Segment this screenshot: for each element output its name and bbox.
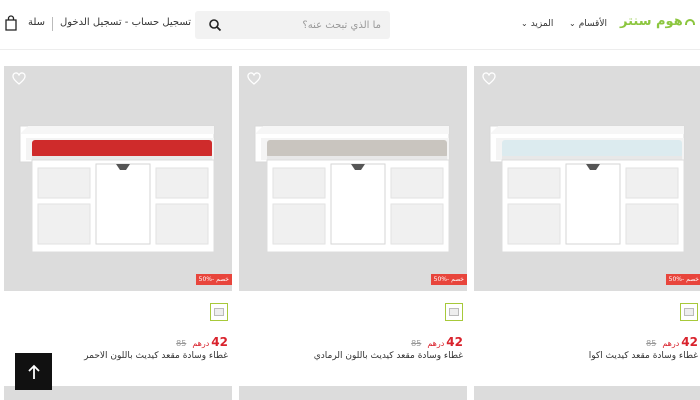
product-image[interactable]: 50%- خصم xyxy=(474,66,700,291)
search-input[interactable] xyxy=(229,15,381,35)
search-icon[interactable] xyxy=(208,18,222,32)
arrow-up-icon xyxy=(27,364,40,379)
product-card[interactable]: 50%- خصم 42درهم85 غطاء وسادة مقعد كيديث … xyxy=(4,66,232,376)
nav-more[interactable]: ⌄ المزيد xyxy=(521,19,553,29)
chevron-down-icon: ⌄ xyxy=(569,19,576,28)
swatch-image xyxy=(449,308,459,316)
heart-icon[interactable] xyxy=(247,72,261,86)
search-bar xyxy=(195,11,390,39)
logo[interactable]: هوم سنتر xyxy=(620,14,695,29)
bench-illustration xyxy=(489,125,685,252)
divider xyxy=(52,17,53,31)
cushion xyxy=(32,140,212,158)
site-header: سلة تسجيل حساب - تسجيل الدخول ⌄المزيد ⌄ا… xyxy=(0,0,700,50)
currency: درهم xyxy=(192,339,210,348)
discount-badge: 50%- خصم xyxy=(665,274,700,285)
price: 42 xyxy=(446,335,463,349)
product-image[interactable]: 50%- خصم xyxy=(239,66,467,291)
old-price: 85 xyxy=(646,339,657,348)
price-row: 42درهم 85 xyxy=(646,331,698,350)
bench-illustration xyxy=(254,125,450,252)
discount-badge: 50%- خصم xyxy=(195,274,232,285)
product-image[interactable]: 50%- خصم xyxy=(4,66,232,291)
nav-categories[interactable]: ⌄ الأقسام xyxy=(569,19,607,29)
product-card-partial[interactable] xyxy=(239,386,467,400)
cushion xyxy=(267,140,447,158)
product-title[interactable]: غطاء وسادة مقعد كيديث باللون الرمادي xyxy=(243,351,463,361)
cushion xyxy=(502,140,682,158)
currency: درهم xyxy=(662,339,680,348)
heart-icon[interactable] xyxy=(12,72,26,86)
account-link[interactable]: تسجيل حساب - تسجيل الدخول xyxy=(60,17,191,28)
cart-link[interactable]: سلة xyxy=(28,17,45,28)
swatch-image xyxy=(684,308,694,316)
old-price: 85 xyxy=(411,339,422,348)
back-to-top-button[interactable] xyxy=(15,353,52,390)
product-card[interactable]: 50%- خصم 42درهم 85 غطاء وسادة مقعد كيديث … xyxy=(474,66,700,376)
currency: درهم xyxy=(427,339,445,348)
heart-icon[interactable] xyxy=(482,72,496,86)
price-row: 42درهم 85 xyxy=(411,331,463,350)
discount-badge: 50%- خصم xyxy=(430,274,467,285)
shopping-bag-icon[interactable] xyxy=(4,15,18,31)
swatch-image xyxy=(214,308,224,316)
old-price: 85 xyxy=(176,339,187,348)
color-swatch[interactable] xyxy=(445,303,463,321)
product-title[interactable]: غطاء وسادة مقعد كيديث أكوا xyxy=(478,351,698,361)
product-card-partial[interactable] xyxy=(474,386,700,400)
price: 42 xyxy=(211,335,228,349)
chevron-down-icon: ⌄ xyxy=(521,19,528,28)
color-swatch[interactable] xyxy=(210,303,228,321)
price: 42 xyxy=(681,335,698,349)
bench-illustration xyxy=(19,125,215,252)
color-swatch[interactable] xyxy=(680,303,698,321)
logo-mark-icon xyxy=(684,18,695,25)
product-card[interactable]: 50%- خصم 42درهم 85 غطاء وسادة مقعد كيديث … xyxy=(239,66,467,376)
price-row: 42درهم 85 xyxy=(176,331,228,350)
